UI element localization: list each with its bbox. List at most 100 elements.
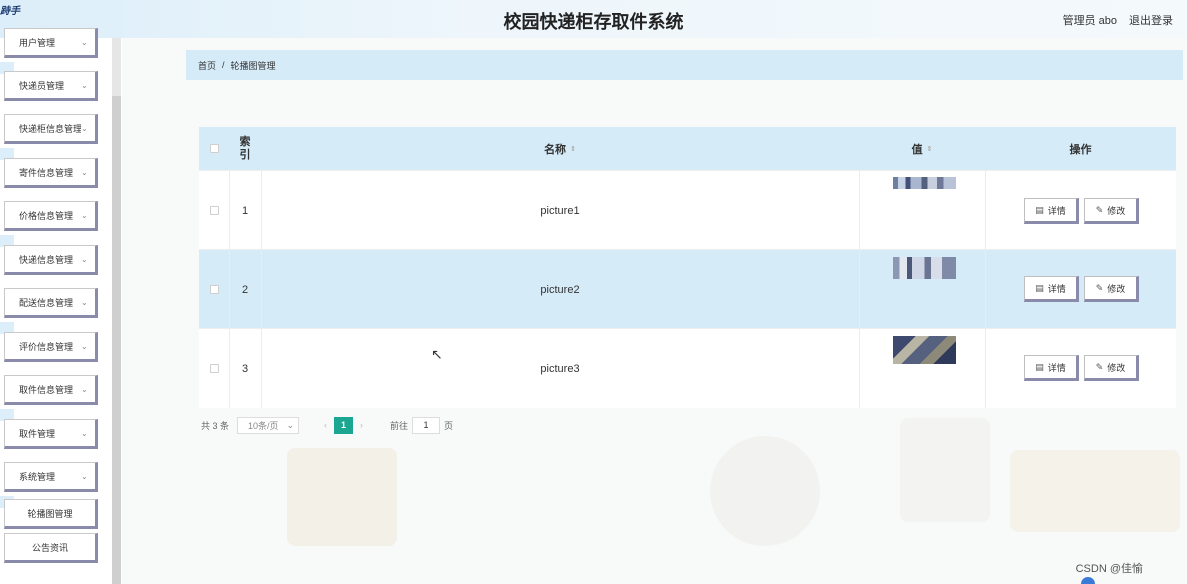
edit-button-label: 修改 xyxy=(1107,362,1126,373)
sidebar-item-pickup[interactable]: 取件管理 ⌄ xyxy=(4,419,98,449)
row-image xyxy=(893,177,956,189)
header-name[interactable]: 名称 ⇕ xyxy=(261,127,859,170)
select-all-checkbox[interactable] xyxy=(209,144,219,153)
mouse-cursor-icon: ↖ xyxy=(431,346,443,362)
sidebar-item-announcements[interactable]: 公告资讯 xyxy=(4,533,98,563)
sidebar-item-label: 系统管理 xyxy=(19,471,56,482)
pagination-total: 共 3 条 xyxy=(201,420,230,431)
edit-icon: ✎ xyxy=(1095,282,1104,293)
edit-button-label: 修改 xyxy=(1107,283,1126,294)
edit-button[interactable]: ✎ 修改 xyxy=(1084,276,1139,302)
goto-page-input[interactable]: 1 xyxy=(412,416,441,434)
page-number-current[interactable]: 1 xyxy=(334,416,354,434)
row-image xyxy=(893,257,956,279)
sidebar-item-users[interactable]: 用户管理 ⌄ xyxy=(4,28,98,58)
background-decoration xyxy=(287,448,397,546)
chevron-down-icon: ⌄ xyxy=(81,254,88,264)
header-value[interactable]: 值 ⇕ xyxy=(859,127,985,170)
carousel-table: 索 引 名称 ⇕ 值 ⇕ 操作 1 picture1 ▤ 详情 ✎ 修改 2 pictu… xyxy=(199,127,1176,408)
table-header: 索 引 名称 ⇕ 值 ⇕ 操作 xyxy=(199,127,1176,170)
detail-button-label: 详情 xyxy=(1047,205,1066,216)
app-title: 校园快递柜存取件系统 xyxy=(503,12,684,32)
next-page-icon[interactable]: › xyxy=(360,420,363,430)
sidebar-item-lockers[interactable]: 快递柜信息管理 ⌄ xyxy=(4,114,98,144)
background-decoration xyxy=(1010,450,1180,532)
top-bar: 跱手 校园快递柜存取件系统 管理员 abo 退出登录 xyxy=(0,0,1187,38)
row-index: 1 xyxy=(241,204,249,217)
csdn-logo-icon xyxy=(1081,577,1095,584)
row-image xyxy=(893,336,956,364)
row-name: picture3 xyxy=(540,362,580,375)
detail-button[interactable]: ▤ 详情 xyxy=(1024,198,1079,224)
sidebar-item-label: 轮播图管理 xyxy=(27,508,73,519)
sidebar-item-label: 寄件信息管理 xyxy=(19,167,74,178)
row-checkbox-cell xyxy=(199,329,229,408)
row-checkbox[interactable] xyxy=(209,364,219,373)
edit-icon: ✎ xyxy=(1095,204,1104,215)
column-divider xyxy=(985,170,986,408)
page-unit-label: 页 xyxy=(444,420,454,431)
document-icon: ▤ xyxy=(1035,282,1044,293)
header-actions: 操作 xyxy=(1069,143,1092,156)
chevron-down-icon: ⌄ xyxy=(81,297,88,307)
sidebar-item-label: 取件管理 xyxy=(19,428,56,439)
chevron-down-icon: ⌄ xyxy=(81,123,88,133)
sidebar-item-price-info[interactable]: 价格信息管理 ⌄ xyxy=(4,201,98,231)
document-icon: ▤ xyxy=(1035,204,1044,215)
header-value-label: 值 xyxy=(911,143,923,156)
edit-button[interactable]: ✎ 修改 xyxy=(1084,355,1139,381)
sidebar-item-send-info[interactable]: 寄件信息管理 ⌄ xyxy=(4,158,98,188)
edit-icon: ✎ xyxy=(1095,361,1104,372)
pagination: 共 3 条 10条/页 ⌄ ‹ 1 › 前往 1 页 xyxy=(201,416,453,434)
prev-page-icon[interactable]: ‹ xyxy=(324,420,327,430)
sidebar-item-label: 公告资讯 xyxy=(31,542,68,553)
row-checkbox-cell xyxy=(199,250,229,329)
sidebar-item-delivery-info[interactable]: 配送信息管理 ⌄ xyxy=(4,288,98,318)
detail-button[interactable]: ▤ 详情 xyxy=(1024,276,1079,302)
sidebar-item-system[interactable]: 系统管理 ⌄ xyxy=(4,462,98,492)
current-user: 管理员 abo xyxy=(1062,15,1117,27)
row-checkbox-cell xyxy=(199,171,229,250)
sidebar-item-label: 用户管理 xyxy=(19,37,56,48)
edit-button[interactable]: ✎ 修改 xyxy=(1084,198,1139,224)
sidebar-item-label: 快递信息管理 xyxy=(19,254,74,265)
table-row: 1 picture1 ▤ 详情 ✎ 修改 xyxy=(199,170,1176,249)
sidebar-item-pickup-info[interactable]: 取件信息管理 ⌄ xyxy=(4,375,98,405)
sort-icon[interactable]: ⇕ xyxy=(570,145,576,153)
page-size-select[interactable]: 10条/页 ⌄ xyxy=(237,416,300,434)
detail-button-label: 详情 xyxy=(1047,283,1066,294)
goto-label: 前往 xyxy=(390,420,409,431)
header-index: 索 引 xyxy=(239,135,251,161)
chevron-down-icon: ⌄ xyxy=(81,37,88,47)
sidebar-item-express-info[interactable]: 快递信息管理 ⌄ xyxy=(4,245,98,275)
row-index: 2 xyxy=(241,283,249,296)
row-checkbox[interactable] xyxy=(209,285,219,294)
column-divider xyxy=(261,170,262,408)
table-row: 3 picture3 ▤ 详情 ✎ 修改 xyxy=(199,328,1176,407)
sidebar-item-label: 价格信息管理 xyxy=(19,210,74,221)
row-name: picture2 xyxy=(540,283,580,296)
chevron-down-icon: ⌄ xyxy=(81,167,88,177)
logout-link[interactable]: 退出登录 xyxy=(1129,12,1173,28)
sidebar-item-carousel[interactable]: 轮播图管理 xyxy=(4,499,98,529)
chevron-down-icon: ⌄ xyxy=(81,341,88,351)
breadcrumb-home[interactable]: 首页 xyxy=(198,59,216,72)
header-checkbox-cell xyxy=(199,127,229,170)
document-icon: ▤ xyxy=(1035,361,1044,372)
row-checkbox[interactable] xyxy=(209,206,219,215)
page-size-value: 10条/页 xyxy=(248,420,279,431)
background-decoration xyxy=(710,436,820,546)
detail-button[interactable]: ▤ 详情 xyxy=(1024,355,1079,381)
background-decoration xyxy=(900,418,990,522)
sidebar-scrollbar-thumb[interactable] xyxy=(112,96,121,584)
breadcrumb-separator: / xyxy=(222,60,225,70)
sidebar-item-label: 评价信息管理 xyxy=(19,341,74,352)
chevron-down-icon: ⌄ xyxy=(81,428,88,438)
sidebar-item-review-info[interactable]: 评价信息管理 ⌄ xyxy=(4,332,98,362)
sort-icon[interactable]: ⇕ xyxy=(927,145,933,153)
sidebar-item-couriers[interactable]: 快递员管理 ⌄ xyxy=(4,71,98,101)
watermark: CSDN @佳愉 xyxy=(1075,563,1143,575)
chevron-down-icon: ⌄ xyxy=(81,384,88,394)
edit-button-label: 修改 xyxy=(1107,205,1126,216)
chevron-down-icon: ⌄ xyxy=(81,80,88,90)
